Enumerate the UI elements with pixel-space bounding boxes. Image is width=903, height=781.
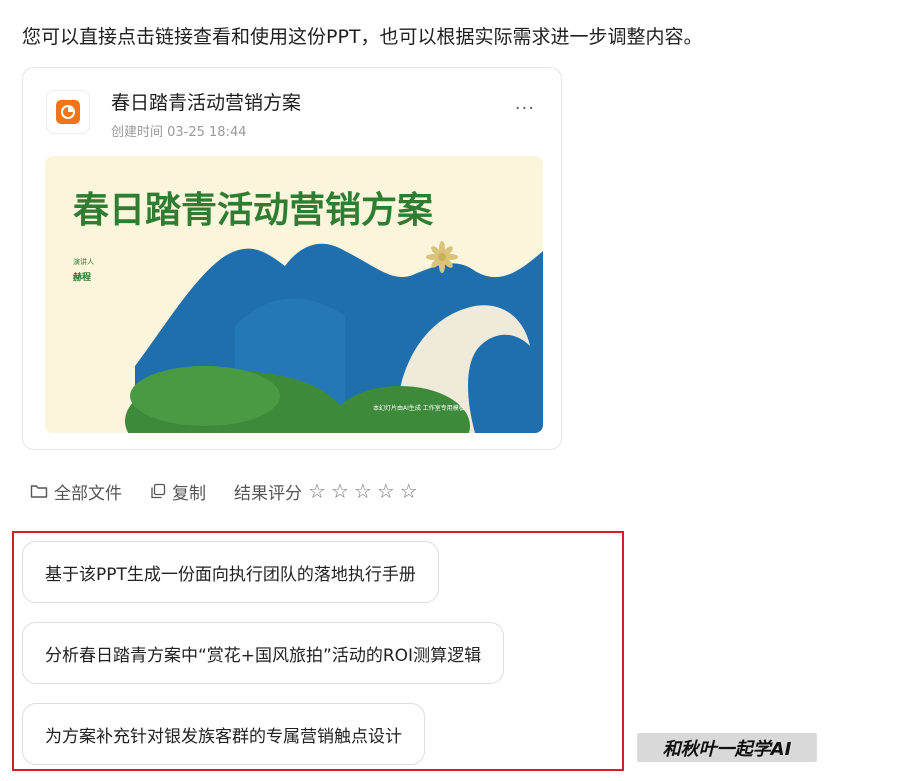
copy-label: 复制: [172, 483, 206, 504]
file-created-time: 创建时间 03-25 18:44: [111, 125, 247, 140]
result-actions-bar: 全部文件 复制 结果评分 ☆ ☆ ☆ ☆ ☆: [30, 478, 423, 504]
all-files-label: 全部文件: [54, 483, 122, 504]
rating-label: 结果评分: [234, 483, 302, 504]
ppt-file-card[interactable]: 春日踏青活动营销方案 创建时间 03-25 18:44 ··· 春日踏青活动营销…: [22, 67, 562, 450]
rating-star-2-icon[interactable]: ☆: [331, 481, 349, 501]
ppt-file-icon: [46, 90, 90, 134]
thumbnail-headline: 春日踏青活动营销方案: [73, 190, 434, 231]
intro-message: 您可以直接点击链接查看和使用这份PPT，也可以根据实际需求进一步调整内容。: [22, 26, 703, 48]
file-title[interactable]: 春日踏青活动营销方案: [111, 88, 301, 115]
rating-star-1-icon[interactable]: ☆: [308, 481, 326, 501]
suggestion-chip-1[interactable]: 基于该PPT生成一份面向执行团队的落地执行手册: [22, 541, 439, 603]
copy-button[interactable]: 复制: [150, 479, 206, 504]
folder-icon: [30, 485, 48, 498]
ppt-thumbnail[interactable]: 春日踏青活动营销方案 演讲人 赫程 本幻灯片由AI生成 工作室专用模板: [45, 156, 543, 433]
suggestion-chip-2[interactable]: 分析春日踏青方案中“赏花+国风旅拍”活动的ROI测算逻辑: [22, 622, 505, 684]
watermark: 和秋叶一起学AI: [637, 733, 817, 762]
all-files-button[interactable]: 全部文件: [30, 479, 122, 504]
thumbnail-presenter-name: 赫程: [73, 271, 91, 283]
rating-star-5-icon[interactable]: ☆: [400, 481, 418, 501]
thumbnail-footer: 本幻灯片由AI生成 工作室专用模板: [373, 404, 465, 412]
rating-star-3-icon[interactable]: ☆: [354, 481, 372, 501]
more-options-icon[interactable]: ···: [515, 98, 535, 119]
rating-star-4-icon[interactable]: ☆: [377, 481, 395, 501]
suggestion-chip-3[interactable]: 为方案补充针对银发族客群的专属营销触点设计: [22, 703, 425, 765]
thumbnail-presenter-label: 演讲人: [73, 257, 94, 266]
copy-icon: [151, 483, 166, 499]
